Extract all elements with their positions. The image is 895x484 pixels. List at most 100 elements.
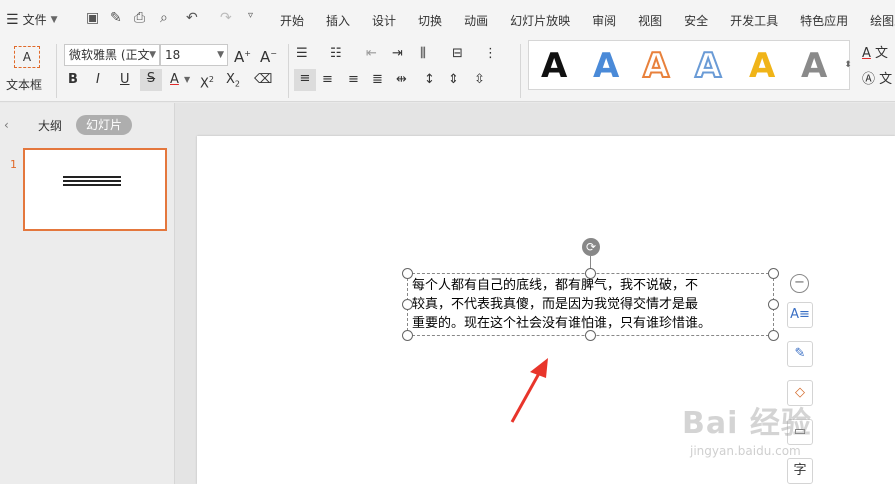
- chevron-down-icon: ▼: [50, 14, 58, 25]
- thumb-text-line: [63, 184, 121, 186]
- smartart-icon[interactable]: ⋮: [484, 44, 497, 64]
- resize-handle-top[interactable]: [585, 268, 596, 279]
- textbox-label: 文本框: [6, 78, 43, 92]
- ribbon-tabs: 开始 插入 设计 切换 动画 幻灯片放映 审阅 视图 安全 开发工具 特色应用 …: [280, 12, 895, 29]
- tab-view[interactable]: 视图: [638, 12, 662, 29]
- slide-thumbnail[interactable]: [23, 148, 167, 231]
- font-color-icon[interactable]: A: [170, 70, 179, 90]
- tab-slideshow[interactable]: 幻灯片放映: [510, 12, 570, 29]
- watermark-url: jingyan.baidu.com: [690, 444, 801, 458]
- italic-icon[interactable]: I: [96, 70, 100, 90]
- text-line: 较真，不代表我真傻，而是因为我觉得交情才是最: [412, 297, 699, 312]
- textbox-button[interactable]: A 文本框: [6, 44, 50, 96]
- resize-handle-bottom[interactable]: [585, 330, 596, 341]
- resize-handle-bottom-left[interactable]: [402, 330, 413, 341]
- tab-special-apps[interactable]: 特色应用: [800, 12, 848, 29]
- text-fill-button[interactable]: A 文: [862, 44, 895, 64]
- slide-text-box[interactable]: 每个人都有自己的底线，都有脾气，我不说破，不 较真，不代表我真傻，而是因为我觉得…: [412, 276, 774, 333]
- tab-slides[interactable]: 幻灯片: [76, 115, 132, 135]
- ribbon: A 文本框 微软雅黑 (正文 ▼ 18 ▼ A+ A− B I U S A ▼ …: [0, 40, 895, 102]
- divider: [56, 44, 57, 98]
- thumb-text-line: [63, 180, 121, 182]
- tab-animations[interactable]: 动画: [464, 12, 488, 29]
- distribute-icon[interactable]: ⇹: [396, 70, 407, 90]
- tab-transitions[interactable]: 切换: [418, 12, 442, 29]
- superscript-icon[interactable]: X2: [200, 70, 214, 94]
- line-spacing-icon[interactable]: ↕: [424, 70, 435, 90]
- paragraph-spacing-icon[interactable]: ⇕: [448, 70, 459, 90]
- text-style-blue[interactable]: A: [593, 47, 619, 85]
- align-right-icon[interactable]: ≡: [348, 70, 359, 90]
- chevron-down-icon: ▼: [217, 50, 224, 60]
- align-left-icon[interactable]: ≡: [294, 69, 316, 91]
- increase-indent-icon[interactable]: ⇥: [392, 44, 403, 64]
- bullet-list-icon[interactable]: ☰: [296, 44, 308, 64]
- tab-developer[interactable]: 开发工具: [730, 12, 778, 29]
- tab-review[interactable]: 审阅: [592, 12, 616, 29]
- text-style-gray[interactable]: A: [801, 47, 827, 85]
- resize-handle-bottom-right[interactable]: [768, 330, 779, 341]
- align-center-icon[interactable]: ≡: [322, 70, 333, 90]
- file-menu-label: 文件: [22, 13, 47, 27]
- resize-handle-left[interactable]: [402, 299, 413, 310]
- save-icon[interactable]: ▣: [86, 10, 99, 26]
- divider: [288, 44, 289, 98]
- file-menu[interactable]: ☰ 文件 ▼: [6, 11, 58, 28]
- tab-drawing-tools[interactable]: 绘图工具: [870, 12, 895, 29]
- bold-icon[interactable]: B: [68, 70, 78, 90]
- tab-home[interactable]: 开始: [280, 12, 304, 29]
- redo-icon[interactable]: ↷: [220, 10, 232, 26]
- column-spacing-icon[interactable]: ⇳: [474, 70, 485, 90]
- align-text-icon[interactable]: ⊟: [452, 44, 463, 64]
- decrease-font-icon[interactable]: A−: [260, 44, 277, 67]
- red-arrow-annotation: [510, 358, 548, 423]
- undo-icon[interactable]: ↶: [186, 10, 198, 26]
- font-name-select[interactable]: 微软雅黑 (正文 ▼: [64, 44, 160, 66]
- rotate-handle-icon[interactable]: ⟳: [582, 238, 600, 256]
- text-styles-gallery: A A A A A A: [528, 40, 850, 90]
- thumb-text-line: [63, 176, 121, 178]
- font-size-select[interactable]: 18 ▼: [160, 44, 228, 66]
- text-style-orange-outline[interactable]: A: [642, 46, 670, 86]
- chevron-down-icon: ▼: [149, 50, 156, 60]
- customize-toolbar-icon[interactable]: ▿: [248, 10, 253, 21]
- gallery-scroll-icon[interactable]: ⬍: [842, 40, 854, 90]
- tab-outline[interactable]: 大纲: [38, 117, 62, 134]
- underline-icon[interactable]: U: [120, 70, 130, 90]
- tab-insert[interactable]: 插入: [326, 12, 350, 29]
- resize-handle-right[interactable]: [768, 299, 779, 310]
- text-style-gold[interactable]: A: [749, 47, 775, 85]
- resize-handle-top-left[interactable]: [402, 268, 413, 279]
- print-preview-icon[interactable]: ⌕: [160, 10, 168, 26]
- decrease-indent-icon[interactable]: ⇤: [366, 44, 377, 64]
- strikethrough-icon[interactable]: S: [140, 69, 162, 91]
- increase-font-icon[interactable]: A+: [234, 44, 251, 67]
- format-painter-icon[interactable]: ✎: [110, 10, 122, 26]
- justify-icon[interactable]: ≣: [372, 70, 383, 90]
- slide-number: 1: [10, 158, 17, 171]
- font-size-value: 18: [165, 48, 181, 62]
- text-style-black[interactable]: A: [541, 47, 567, 85]
- subscript-icon[interactable]: X2: [226, 70, 240, 95]
- divider: [520, 44, 521, 98]
- tab-security[interactable]: 安全: [684, 12, 708, 29]
- text-direction-icon[interactable]: ⫼: [420, 44, 426, 64]
- watermark-logo: Bai 经验: [682, 406, 812, 441]
- resize-handle-top-right[interactable]: [768, 268, 779, 279]
- font-name-value: 微软雅黑 (正文: [69, 48, 150, 62]
- tab-design[interactable]: 设计: [372, 12, 396, 29]
- collapse-toolbar-icon[interactable]: −: [790, 274, 809, 293]
- numbered-list-icon[interactable]: ☷: [330, 44, 342, 64]
- text-effects-icon[interactable]: 字: [787, 458, 813, 484]
- print-icon[interactable]: ⎙: [134, 10, 145, 26]
- brush-icon[interactable]: ✎: [787, 341, 813, 367]
- collapse-panel-icon[interactable]: ‹: [4, 118, 9, 132]
- clear-format-icon[interactable]: ⌫: [254, 70, 272, 90]
- text-format-icon[interactable]: A≡: [787, 302, 813, 328]
- hamburger-icon: ☰: [6, 11, 19, 28]
- text-line: 每个人都有自己的底线，都有脾气，我不说破，不: [412, 278, 699, 293]
- chevron-down-icon[interactable]: ▼: [184, 70, 190, 90]
- text-style-blue-outline[interactable]: A: [694, 46, 722, 86]
- text-outline-label: 文: [879, 72, 893, 87]
- text-outline-button[interactable]: Ⓐ 文: [862, 70, 895, 90]
